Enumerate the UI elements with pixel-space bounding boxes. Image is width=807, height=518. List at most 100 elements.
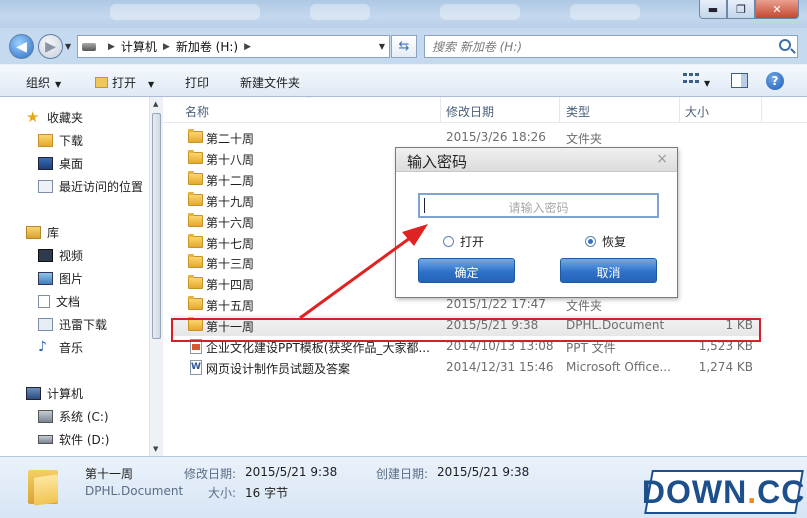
sidebar-item-videos[interactable]: 视频	[38, 247, 83, 264]
radio-restore[interactable]: 恢复	[585, 233, 626, 250]
dialog-title-bar[interactable]: 输入密码 ×	[396, 148, 677, 172]
dialog-title: 输入密码	[407, 153, 468, 171]
sidebar-item-desktop[interactable]: 桌面	[38, 155, 83, 172]
chevron-right-icon[interactable]: ▶	[163, 42, 170, 52]
search-placeholder: 搜索 新加卷 (H:)	[432, 40, 523, 54]
sidebar-item-xunlei[interactable]: 迅雷下载	[38, 316, 107, 333]
column-divider[interactable]	[559, 97, 560, 123]
scroll-up-icon[interactable]: ▲	[153, 100, 158, 108]
computer-icon	[26, 387, 41, 400]
sort-ascending-icon: ⌃	[305, 97, 313, 105]
library-icon	[26, 226, 41, 239]
radio-open[interactable]: 打开	[443, 233, 484, 250]
file-row[interactable]: 第二十周 2015/3/26 18:26 文件夹	[171, 127, 761, 148]
file-size: 1,274 KB	[698, 359, 753, 374]
column-date[interactable]: 修改日期	[446, 103, 494, 120]
sidebar-label: 迅雷下载	[59, 318, 108, 332]
close-icon[interactable]: ×	[656, 151, 668, 167]
command-bar: 组织 ▼ 打开 ▼ 打印 新建文件夹 ▼ ?	[0, 64, 807, 97]
column-header: ⌃ 名称 修改日期 类型 大小	[163, 97, 807, 123]
drive-icon	[82, 42, 96, 51]
preview-pane-button[interactable]	[731, 73, 748, 88]
change-view-button[interactable]	[683, 71, 701, 85]
details-modified: 2015/5/21 9:38	[245, 465, 338, 479]
chevron-down-icon[interactable]: ▼	[704, 75, 710, 89]
chevron-right-icon[interactable]: ▶	[108, 42, 115, 52]
scrollbar-thumb[interactable]	[152, 113, 161, 339]
ok-button[interactable]: 确定	[418, 258, 515, 283]
open-label: 打开	[112, 76, 137, 90]
radio-restore-label: 恢复	[602, 235, 627, 249]
sidebar-item-recent[interactable]: 最近访问的位置	[38, 178, 143, 195]
title-blur	[310, 4, 370, 20]
details-size-label: 大小:	[208, 486, 237, 500]
recent-pages-dropdown[interactable]: ▼	[65, 42, 71, 51]
sidebar-label: 软件 (D:)	[59, 433, 110, 447]
sidebar-item-documents[interactable]: 文档	[38, 293, 80, 310]
sidebar-label: 音乐	[59, 341, 84, 355]
cancel-button[interactable]: 取消	[560, 258, 657, 283]
new-folder-button[interactable]: 新建文件夹	[240, 74, 300, 91]
downloads-icon	[38, 134, 53, 147]
sidebar-item-libraries[interactable]: 库	[26, 224, 59, 241]
file-name: 第十五周	[206, 299, 255, 314]
password-dialog: 输入密码 × 请输入密码 打开 恢复 确定 取消	[395, 147, 678, 298]
title-blur	[110, 4, 260, 20]
close-button[interactable]: ✕	[755, 0, 799, 19]
watermark-text: DOWN.CC	[642, 473, 806, 510]
minimize-button[interactable]: ▬	[699, 0, 727, 19]
details-name: 第十一周	[85, 467, 134, 481]
open-menu[interactable]: 打开 ▼	[95, 74, 154, 91]
column-size[interactable]: 大小	[685, 103, 709, 120]
maximize-button[interactable]: ❐	[727, 0, 755, 19]
back-button[interactable]: ◀	[9, 34, 34, 59]
sidebar-item-pictures[interactable]: 图片	[38, 270, 83, 287]
sidebar-label: 视频	[59, 249, 84, 263]
forward-button[interactable]: ▶	[38, 34, 63, 59]
window-controls: ▬ ❐ ✕	[699, 0, 799, 19]
sidebar-label: 库	[47, 226, 60, 240]
details-created: 2015/5/21 9:38	[437, 465, 530, 479]
desktop-icon	[38, 157, 53, 170]
file-date: 2015/1/22 17:47	[446, 297, 546, 312]
search-input[interactable]: 搜索 新加卷 (H:)	[424, 35, 798, 58]
scroll-down-icon[interactable]: ▼	[153, 445, 158, 453]
download-folder-icon	[38, 318, 53, 331]
breadcrumb-drive[interactable]: 新加卷 (H:)	[176, 38, 238, 55]
drive-icon	[38, 435, 53, 444]
sidebar-item-drive-d[interactable]: 软件 (D:)	[38, 431, 109, 448]
column-divider[interactable]	[679, 97, 680, 123]
sidebar-label: 系统 (C:)	[59, 410, 109, 424]
sidebar-scrollbar[interactable]: ▲ ▼	[149, 97, 163, 456]
column-divider[interactable]	[761, 97, 762, 123]
sidebar-item-drive-c[interactable]: 系统 (C:)	[38, 408, 109, 425]
address-bar[interactable]: ▶ 计算机 ▶ 新加卷 (H:) ▶ ▼	[77, 35, 390, 58]
file-row[interactable]: 网页设计制作员试题及答案 2014/12/31 15:46 Microsoft Of…	[171, 357, 761, 378]
folder-icon	[28, 466, 58, 506]
refresh-button[interactable]: ⇆	[391, 35, 417, 58]
folder-icon	[188, 233, 203, 248]
folder-icon	[188, 212, 203, 227]
chevron-down-icon[interactable]: ▼	[379, 42, 385, 51]
text-caret	[424, 198, 425, 213]
sidebar-item-favorites[interactable]: ★ 收藏夹	[26, 109, 83, 126]
column-divider[interactable]	[440, 97, 441, 123]
chevron-right-icon[interactable]: ▶	[244, 42, 251, 52]
sidebar-item-computer[interactable]: 计算机	[26, 385, 83, 402]
password-input[interactable]: 请输入密码	[418, 193, 659, 218]
search-icon[interactable]	[779, 39, 791, 51]
breadcrumb-computer[interactable]: 计算机	[121, 38, 157, 55]
print-button[interactable]: 打印	[185, 74, 209, 91]
address-row: ◀ ▶ ▼ ▶ 计算机 ▶ 新加卷 (H:) ▶ ▼ ⇆ 搜索 新加卷 (H:)	[0, 28, 807, 64]
organize-menu[interactable]: 组织 ▼	[26, 74, 61, 91]
help-button[interactable]: ?	[766, 72, 784, 90]
column-type[interactable]: 类型	[566, 103, 590, 120]
column-name[interactable]: 名称	[185, 103, 209, 120]
navigation-pane: ★ 收藏夹 下载 桌面 最近访问的位置 库 视频 图片 文档 迅雷下载 ♪ 音乐 计…	[0, 97, 163, 456]
details-type: DPHL.Document	[85, 484, 184, 498]
documents-icon	[38, 295, 50, 308]
sidebar-item-downloads[interactable]: 下载	[38, 132, 83, 149]
file-date: 2015/3/26 18:26	[446, 130, 546, 144]
radio-icon	[443, 236, 454, 247]
sidebar-item-music[interactable]: ♪ 音乐	[38, 339, 83, 356]
